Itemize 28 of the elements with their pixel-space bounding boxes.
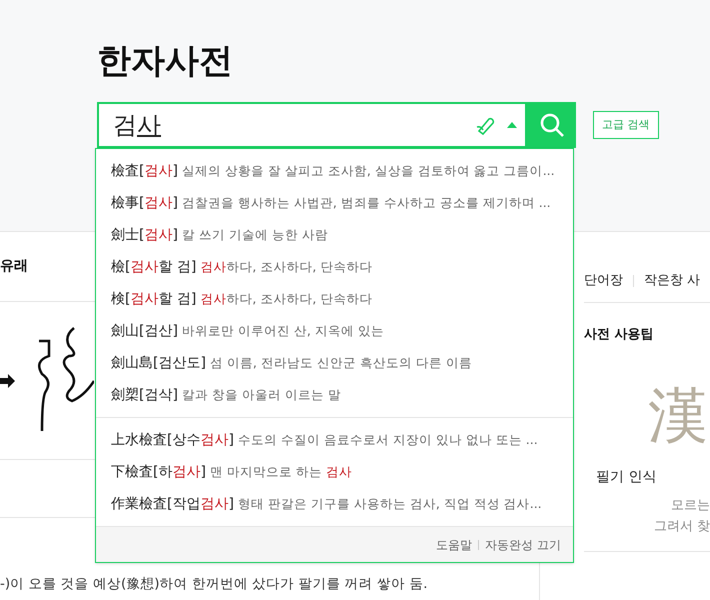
tab-link[interactable]: 작은창 사 bbox=[644, 271, 700, 291]
suggestion-item[interactable]: 劍山[검산] 바위로만 이루어진 산, 지옥에 있는 bbox=[96, 315, 573, 347]
footer-link[interactable]: 도움말 bbox=[436, 536, 472, 554]
suggestion-item[interactable]: 検[검사할 검] 검사하다, 조사하다, 단속하다 bbox=[96, 283, 573, 315]
tip-text: 그려서 찾 bbox=[652, 518, 710, 536]
caret-up-icon[interactable] bbox=[507, 122, 517, 128]
section-heading: 유래 bbox=[0, 257, 28, 276]
search-icon bbox=[538, 112, 564, 138]
suggestion-item[interactable]: 作業檢査[작업검사] 형태 판갈은 기구를 사용하는 검사, 직업 적성 검사... bbox=[96, 488, 573, 520]
suggestion-item[interactable]: 上水檢査[상수검사] 수도의 수질이 음료수로서 지장이 있나 없나 또는 ... bbox=[96, 424, 573, 456]
tip-text: 모르는 bbox=[670, 496, 710, 514]
suggestion-item[interactable]: 劍槊[검삭] 칼과 창을 아울러 이르는 말 bbox=[96, 379, 573, 411]
search-field[interactable]: 검사 bbox=[97, 102, 527, 148]
suggestion-item[interactable]: 檢事[검사] 검찰권을 행사하는 사법관, 범죄를 수사하고 공소를 제기하며 ... bbox=[96, 187, 573, 219]
hanja-glyph: 漢 bbox=[648, 380, 708, 450]
section-heading: 사전 사용팁 bbox=[584, 326, 655, 344]
suggestion-item[interactable]: 劍山島[검산도] 섬 이름, 전라남도 신안군 흑산도의 다른 이름 bbox=[96, 347, 573, 379]
suggestion-item[interactable]: 下檢査[하검사] 맨 마지막으로 하는 검사 bbox=[96, 456, 573, 488]
page-title: 한자사전 bbox=[97, 40, 234, 83]
search-button[interactable] bbox=[527, 102, 576, 148]
tip-title: 필기 인식 bbox=[596, 468, 658, 486]
tab-link[interactable]: 단어장 bbox=[584, 271, 623, 291]
suggestion-item[interactable]: 劍士[검사] 칼 쓰기 기술에 능한 사람 bbox=[96, 219, 573, 251]
definition-text: -)이 오를 것을 예상(豫想)하여 한꺼번에 샀다가 팔기를 꺼려 쌓아 둠. bbox=[0, 574, 428, 594]
arrow-icon bbox=[0, 372, 16, 388]
footer-link[interactable]: 자동완성 끄기 bbox=[485, 536, 561, 554]
suggestion-item[interactable]: 檢[검사할 검] 검사하다, 조사하다, 단속하다 bbox=[96, 251, 573, 283]
suggestion-item[interactable]: 檢査[검사] 실제의 상황을 잘 살피고 조사함, 실상을 검토하여 옳고 그름이... bbox=[96, 155, 573, 187]
